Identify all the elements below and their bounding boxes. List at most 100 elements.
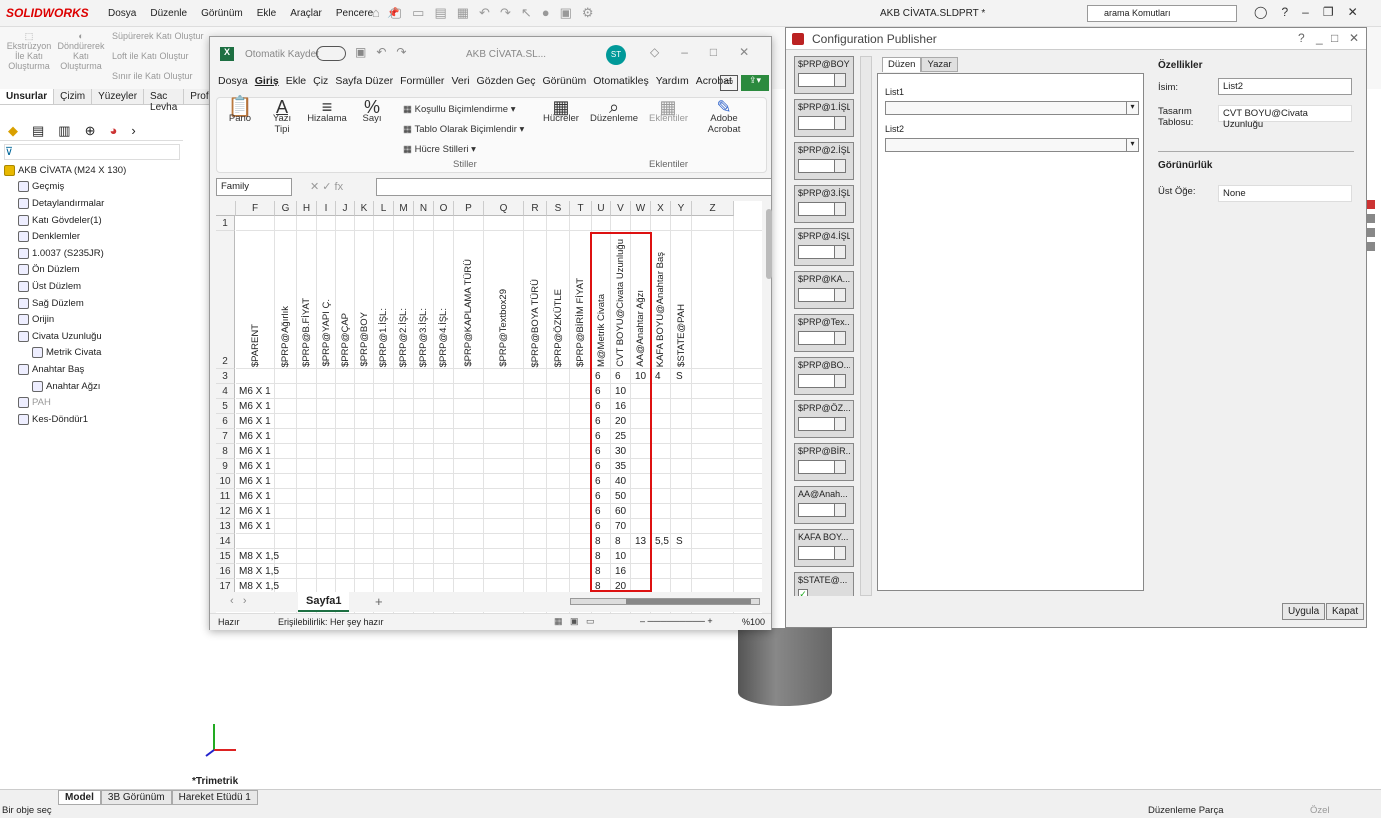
column-header[interactable]: Y [671,201,692,216]
parameter-item[interactable]: $PRP@1.İŞL: [794,99,854,137]
row-header[interactable]: 13 [216,519,235,534]
column-title-cell[interactable]: $PRP@1.İŞL: [378,308,389,367]
cell[interactable]: M6 X 1 [239,504,271,519]
acrobat-button[interactable]: ✎ Adobe Acrobat [699,98,749,135]
cell-styles-button[interactable]: ▦ Hücre Stilleri ▾ [403,144,476,155]
column-header[interactable]: W [631,201,651,216]
select-all-corner[interactable] [216,201,236,216]
undo-icon[interactable]: ↶ [479,5,490,21]
conditional-format-button[interactable]: ▦ Koşullu Biçimlendirme ▾ [403,104,516,115]
excel-tab-4[interactable]: Sayfa Düzer [335,75,393,95]
column-header[interactable]: F [236,201,275,216]
diamond-icon[interactable]: ◇ [650,45,659,59]
minimize-icon[interactable]: – [1302,5,1309,19]
parameter-dropdown[interactable] [798,159,846,173]
tree-item[interactable]: Üst Düzlem [4,278,184,295]
parameter-item[interactable]: $STATE@... ✓ [794,572,854,596]
share-button[interactable]: ⇪▾ [741,75,769,91]
excel-tab-0[interactable]: Dosya [218,75,248,95]
home-icon[interactable]: ⌂ [372,5,380,21]
property-manager-icon[interactable]: ▤ [32,123,44,139]
number-button[interactable]: % Sayı [357,98,387,124]
tree-item[interactable]: 1.0037 (S235JR) [4,245,184,262]
row-header[interactable]: 10 [216,474,235,489]
alignment-button[interactable]: ≡ Hizalama [307,98,347,124]
revolve-button[interactable]: ◐ Döndürerek Katı Oluşturma [56,31,106,71]
menu-duzenle[interactable]: Düzenle [150,8,187,19]
avatar[interactable]: ST [606,45,626,65]
status-units[interactable]: Özel [1310,805,1330,816]
save-icon[interactable]: ▤ [434,5,446,21]
parameter-item[interactable]: $PRP@BO... [794,357,854,395]
sheet-nav-icon[interactable]: ‹ › [230,595,247,607]
column-header[interactable]: X [651,201,671,216]
column-title-cell[interactable]: $PRP@BOY [359,312,370,367]
vertical-scrollbar[interactable] [766,209,772,279]
comments-icon[interactable]: ▭ [720,75,738,91]
column-header[interactable]: J [336,201,355,216]
excel-tab-3[interactable]: Çiz [313,75,328,95]
cell[interactable]: 5,5 [655,534,669,549]
tree-item[interactable]: PAH [4,394,184,411]
column-header[interactable]: Z [692,201,734,216]
autosave-toggle[interactable] [316,46,346,61]
menu-dosya[interactable]: Dosya [108,8,136,19]
parent-dropdown[interactable]: None [1218,185,1352,202]
cells-button[interactable]: ▦ Hücreler [543,98,579,124]
parameter-dropdown[interactable] [798,374,846,388]
excel-tab-1[interactable]: Giriş [255,75,279,95]
row-header[interactable]: 4 [216,384,235,399]
tree-item[interactable]: Denklemler [4,228,184,245]
column-title-cell[interactable]: $PRP@KAPLAMA TÜRÜ [463,259,474,367]
excel-minimize-icon[interactable]: – [681,45,688,59]
rebuild-icon[interactable]: ● [542,5,550,21]
boundary-button[interactable]: Sınır ile Katı Oluştur [112,71,212,81]
user-icon[interactable]: ◯ [1254,5,1267,19]
excel-tab-8[interactable]: Görünüm [542,75,586,95]
row-header[interactable]: 2 [216,231,235,369]
cp-help-icon[interactable]: ? [1298,31,1305,45]
column-title-cell[interactable]: $PRP@ÇAP [340,313,351,367]
tree-item[interactable]: Kes-Döndür1 [4,411,184,428]
column-title-cell[interactable]: $PRP@ÖZKÜTLE [553,289,564,367]
parameter-dropdown[interactable] [798,546,846,560]
tab-features[interactable]: Unsurlar [0,89,55,104]
row-header[interactable]: 16 [216,564,235,579]
cell[interactable]: 4 [655,369,661,384]
parameter-dropdown[interactable] [798,116,846,130]
horizontal-scrollbar[interactable] [570,598,760,605]
tree-item[interactable]: Orijin [4,311,184,328]
excel-undo-icon[interactable]: ↶ [376,45,386,59]
cell[interactable]: M6 X 1 [239,519,271,534]
tree-item[interactable]: Anahtar Baş [4,361,184,378]
status-accessibility[interactable]: Erişilebilirlik: Her şey hazır [278,617,384,627]
cell[interactable]: M6 X 1 [239,459,271,474]
parameter-item[interactable]: $PRP@4.İŞL: [794,228,854,266]
row-header[interactable]: 7 [216,429,235,444]
view-icons[interactable]: ▦ ▣ ▭ [554,616,595,627]
filter-input[interactable]: ⊽ [4,144,180,160]
excel-close-icon[interactable]: ✕ [739,45,749,59]
excel-save-icon[interactable]: ▣ [355,45,366,59]
addins-button[interactable]: ▦ Eklentiler [649,98,688,124]
column-header[interactable]: P [454,201,484,216]
cp-maximize-icon[interactable]: □ [1331,31,1338,45]
parameter-dropdown[interactable] [798,331,846,345]
column-header[interactable]: M [394,201,414,216]
display-manager-icon[interactable]: ◕ [110,123,118,138]
menu-gorunum[interactable]: Görünüm [201,8,243,19]
parameter-item[interactable]: $PRP@2.İŞL: [794,142,854,180]
column-title-cell[interactable]: $PRP@3.İŞL: [418,308,429,367]
parameter-item[interactable]: $PRP@KA... [794,271,854,309]
parameter-dropdown[interactable] [798,460,846,474]
cell[interactable]: S [676,369,683,384]
name-input[interactable]: List2 [1218,78,1352,95]
excel-tab-7[interactable]: Gözden Geç [477,75,536,95]
zoom-slider[interactable]: – ───────── + [640,616,713,626]
column-header[interactable]: H [297,201,317,216]
column-header[interactable]: S [547,201,570,216]
parameter-scrollbar[interactable] [860,56,872,596]
excel-tab-6[interactable]: Veri [451,75,469,95]
paste-button[interactable]: 📋 Pano [225,97,255,124]
restore-icon[interactable]: ❐ [1323,5,1334,19]
